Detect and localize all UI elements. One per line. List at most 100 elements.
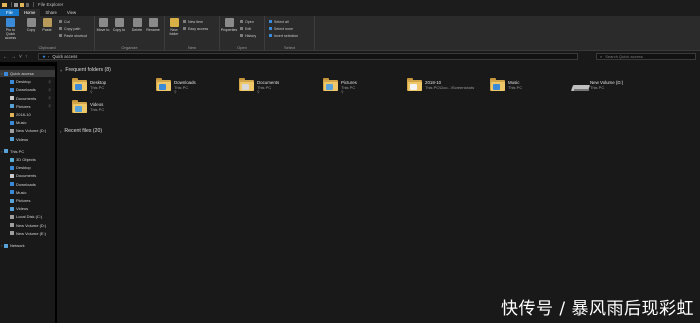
tab-share[interactable]: Share	[40, 9, 61, 16]
ribbon-tabs: File Home Share View	[0, 9, 700, 16]
select-none-icon	[269, 27, 272, 30]
folder-folder-icon	[407, 78, 422, 91]
copy-path-icon	[59, 27, 62, 30]
nav-item-label: Desktop	[16, 165, 31, 171]
frequent-folders-header[interactable]: ˅ Frequent folders (8)	[60, 67, 111, 73]
up-arrow-icon[interactable]: ↑	[25, 54, 28, 60]
properties-icon[interactable]	[14, 2, 18, 7]
select-none-button[interactable]: Select none	[269, 26, 293, 31]
nav-item[interactable]: Desktop ⚲	[0, 78, 55, 85]
search-input[interactable]: ⌕ Search Quick access	[596, 53, 696, 60]
tab-home[interactable]: Home	[18, 9, 41, 16]
move-to-button[interactable]: Move to	[96, 18, 110, 32]
nav-item[interactable]: Music	[0, 119, 55, 126]
select-group: Select all Select none Invert selection …	[265, 16, 315, 51]
frequent-folder-tile[interactable]: Downloads This PC ⚲	[154, 74, 234, 98]
nav-item[interactable]: Videos	[0, 136, 55, 143]
nav-item[interactable]: Desktop	[0, 164, 55, 171]
new-item-button[interactable]: New item	[183, 19, 203, 24]
move-to-label: Move to	[96, 28, 110, 32]
frequent-folder-tile[interactable]: 2018-10 This PC\Doc...\Screenshots	[405, 74, 485, 98]
back-arrow-icon[interactable]: ←	[3, 54, 8, 60]
properties-button[interactable]: Properties	[220, 18, 238, 32]
tab-view[interactable]: View	[62, 9, 81, 16]
forward-arrow-icon[interactable]: →	[11, 54, 16, 60]
nav-item[interactable]: › Network	[0, 242, 55, 249]
delete-icon	[132, 18, 142, 27]
easy-access-button[interactable]: Easy access	[183, 26, 208, 31]
3d-objects-icon	[10, 157, 14, 162]
nav-item[interactable]: Pictures ⚲	[0, 103, 55, 110]
nav-item[interactable]: New Volume (D:)	[0, 222, 55, 229]
paste-shortcut-button[interactable]: Paste shortcut	[59, 33, 87, 38]
new-folder-button[interactable]: New folder	[167, 18, 181, 36]
open-button[interactable]: Open	[240, 19, 254, 24]
nav-item-label: Pictures	[16, 198, 31, 203]
rename-button[interactable]: Rename	[146, 18, 160, 32]
nav-item[interactable]: 3D Objects	[0, 156, 55, 163]
cut-button[interactable]: Cut	[59, 19, 70, 24]
nav-item[interactable]: Downloads ⚲	[0, 86, 55, 93]
copy-path-button[interactable]: Copy path	[59, 26, 80, 31]
nav-item-label: Downloads	[16, 87, 36, 93]
nav-item-label: Documents	[16, 173, 37, 179]
nav-item-label: Desktop	[16, 79, 31, 85]
easy-access-label: Easy access	[188, 26, 209, 31]
frequent-folder-tile[interactable]: Desktop This PC ⚲	[70, 74, 150, 98]
invert-selection-button[interactable]: Invert selection	[269, 33, 298, 38]
address-bar[interactable]: ★ › Quick access	[38, 53, 578, 60]
download-icon	[10, 182, 14, 187]
expand-chevron-icon[interactable]: ›	[1, 71, 2, 76]
nav-item[interactable]: Pictures	[0, 197, 55, 204]
path-chevron-icon[interactable]: ›	[48, 54, 49, 59]
computer-icon	[4, 149, 8, 154]
recent-files-header[interactable]: › Recent files (20)	[60, 128, 102, 134]
expand-chevron-icon[interactable]: ›	[1, 243, 2, 248]
title-separator	[11, 2, 12, 7]
downloads-folder-icon	[156, 78, 171, 91]
nav-item[interactable]: Local Disk (C:)	[0, 213, 55, 220]
nav-item[interactable]: Downloads	[0, 181, 55, 188]
paste-button[interactable]: Paste	[40, 18, 54, 32]
nav-item-label: Music	[16, 189, 27, 195]
frequent-folder-tile[interactable]: Documents This PC ⚲	[237, 74, 317, 98]
nav-item[interactable]: New Volume (E:)	[0, 230, 55, 237]
properties-label: Properties	[220, 28, 238, 32]
folder-badge	[75, 106, 82, 112]
folder-badge	[75, 84, 82, 90]
frequent-folder-tile[interactable]: Pictures This PC ⚲	[321, 74, 401, 98]
frequent-folder-tile[interactable]: Music This PC	[488, 74, 568, 98]
frequent-folder-tile[interactable]: New Volume (D:) This PC	[570, 74, 650, 98]
pin-icon: ⚲	[90, 90, 93, 94]
nav-item[interactable]: › This PC	[0, 148, 55, 155]
videos-icon	[10, 206, 14, 211]
pin-quick-access-button[interactable]: Pin to Quick access	[2, 18, 19, 40]
pin-icon: ⚲	[341, 90, 344, 94]
new-folder-icon[interactable]	[20, 2, 24, 7]
nav-item-label: Videos	[16, 136, 29, 142]
nav-item-label: Pictures	[16, 103, 31, 109]
pin-label: Pin to Quick access	[4, 28, 17, 40]
new-folder-label: New folder	[169, 28, 179, 36]
delete-button[interactable]: Delete	[130, 18, 144, 32]
search-placeholder: Search Quick access	[605, 54, 643, 59]
nav-item[interactable]: Documents	[0, 172, 55, 179]
select-all-button[interactable]: Select all	[269, 19, 289, 24]
expand-chevron-icon[interactable]: ›	[1, 149, 2, 154]
frequent-folder-tile[interactable]: Videos This PC	[70, 96, 150, 120]
copy-to-button[interactable]: Copy to	[112, 18, 126, 32]
nav-item[interactable]: Documents ⚲	[0, 95, 55, 102]
customize-dropdown-icon[interactable]	[26, 2, 29, 7]
select-group-label: Select	[283, 45, 296, 50]
history-button[interactable]: History	[240, 33, 256, 38]
nav-item[interactable]: 2018-10	[0, 111, 55, 118]
edit-button[interactable]: Edit	[240, 26, 251, 31]
nav-item[interactable]: Music	[0, 189, 55, 196]
copy-button[interactable]: Copy	[24, 18, 38, 32]
nav-item[interactable]: New Volume (D:)	[0, 127, 55, 134]
recent-locations-icon[interactable]: ˅	[19, 54, 22, 60]
new-group-label: New	[187, 45, 196, 50]
nav-item[interactable]: › Quick access	[0, 70, 55, 77]
tab-file[interactable]: File	[0, 9, 19, 16]
nav-item[interactable]: Videos	[0, 205, 55, 212]
